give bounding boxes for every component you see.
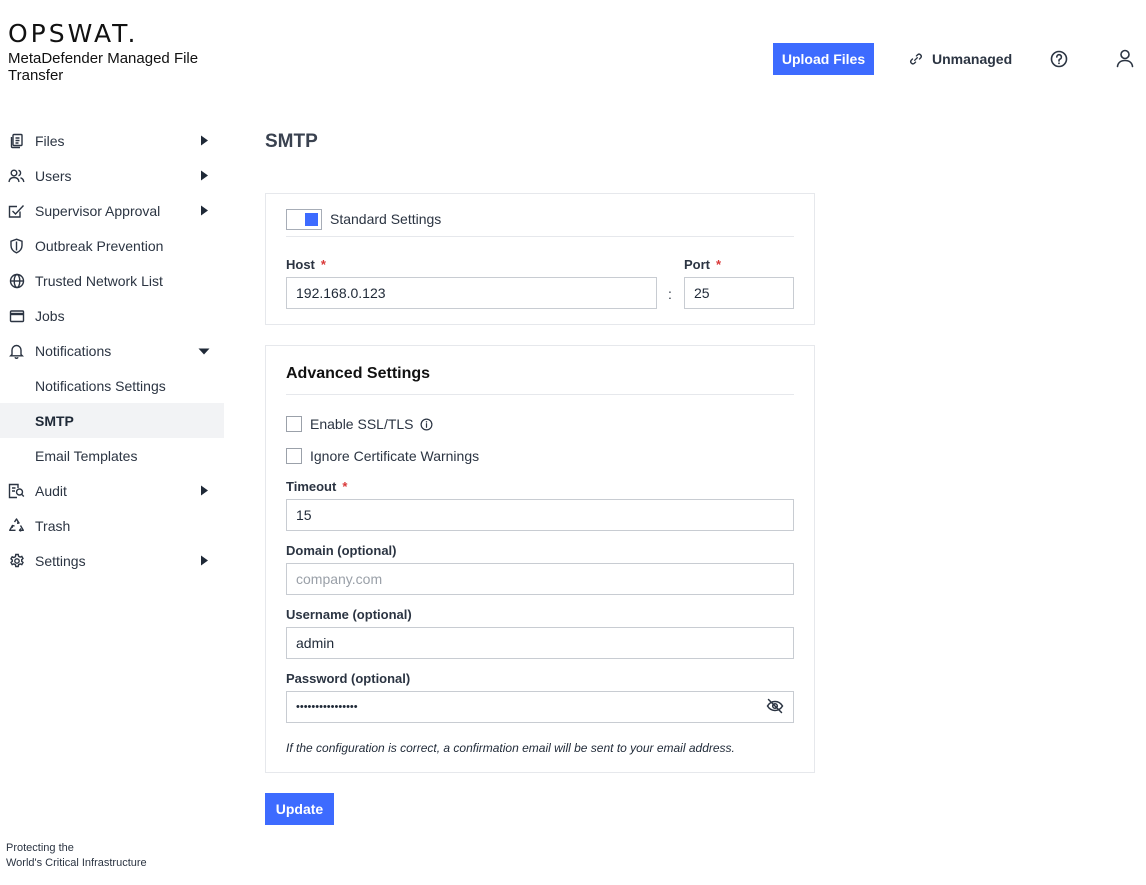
sidebar-item-label: Jobs xyxy=(35,307,65,324)
advanced-settings-heading: Advanced Settings xyxy=(286,365,431,382)
brand: OPSWAT. MetaDefender Managed File Transf… xyxy=(8,19,208,85)
sidebar-item-label: Notifications Settings xyxy=(35,377,166,394)
update-button[interactable]: Update xyxy=(265,793,334,825)
port-label: Port * xyxy=(684,257,722,272)
toggle-knob xyxy=(305,213,318,226)
username-input[interactable] xyxy=(286,627,794,659)
standard-settings-card: Standard Settings Host* : Port* xyxy=(265,193,815,325)
enable-ssl-label: Enable SSL/TLS xyxy=(310,416,414,432)
standard-settings-toggle[interactable] xyxy=(286,209,322,230)
sidebar-item-label: Audit xyxy=(35,482,67,499)
user-icon[interactable] xyxy=(1114,47,1136,69)
ignore-cert-label: Ignore Certificate Warnings xyxy=(310,448,480,464)
domain-label: Domain (optional) xyxy=(286,543,397,558)
gear-icon xyxy=(8,552,25,569)
sidebar-item-label: Files xyxy=(35,132,65,149)
sidebar-item-label: SMTP xyxy=(35,412,74,429)
jobs-icon xyxy=(8,307,25,324)
sidebar-item-supervisor-approval[interactable]: Supervisor Approval xyxy=(0,193,224,228)
host-label: Host * xyxy=(286,257,326,272)
domain-input[interactable] xyxy=(286,563,794,595)
port-input[interactable] xyxy=(684,277,794,309)
unmanaged-label: Unmanaged xyxy=(932,51,1013,67)
upload-files-button[interactable]: Upload Files xyxy=(773,43,874,75)
sidebar-item-email-templates[interactable]: Email Templates xyxy=(0,438,224,473)
caret-down-icon xyxy=(198,348,210,355)
enable-ssl-checkbox-row[interactable]: Enable SSL/TLS xyxy=(286,416,433,432)
sidebar-item-label: Notifications xyxy=(35,342,112,359)
sidebar-item-label: Trash xyxy=(35,517,71,534)
sidebar-item-trash[interactable]: Trash xyxy=(0,508,224,543)
sidebar-item-users[interactable]: Users xyxy=(0,158,224,193)
caret-right-icon xyxy=(201,135,208,146)
divider xyxy=(286,394,794,395)
ignore-cert-checkbox-row[interactable]: Ignore Certificate Warnings xyxy=(286,448,479,464)
product-name: MetaDefender Managed File Transfer xyxy=(8,50,199,84)
sidebar-item-label: Outbreak Prevention xyxy=(35,237,164,254)
caret-right-icon xyxy=(201,485,208,496)
unmanaged-link[interactable]: Unmanaged xyxy=(909,48,1012,70)
host-port-separator: : xyxy=(668,286,672,302)
sidebar-item-label: Users xyxy=(35,167,72,184)
tagline: Protecting the World's Critical Infrastr… xyxy=(6,841,147,871)
confirmation-hint: If the configuration is correct, a confi… xyxy=(286,741,735,755)
caret-right-icon xyxy=(201,205,208,216)
page-title: SMTP xyxy=(265,131,318,152)
sidebar-item-settings[interactable]: Settings xyxy=(0,543,224,578)
sidebar-item-outbreak-prevention[interactable]: Outbreak Prevention xyxy=(0,228,224,263)
timeout-label: Timeout * xyxy=(286,479,348,494)
sidebar-item-label: Settings xyxy=(35,552,86,569)
users-icon xyxy=(8,167,25,184)
password-input[interactable] xyxy=(286,691,794,723)
tagline-line1: Protecting the xyxy=(6,842,74,854)
opswat-logo: OPSWAT. xyxy=(8,19,139,48)
host-input[interactable] xyxy=(286,277,657,309)
sidebar-item-jobs[interactable]: Jobs xyxy=(0,298,224,333)
sidebar-item-trusted-network-list[interactable]: Trusted Network List xyxy=(0,263,224,298)
sidebar-item-audit[interactable]: Audit xyxy=(0,473,224,508)
ignore-cert-checkbox[interactable] xyxy=(286,448,302,464)
tagline-line2: World's Critical Infrastructure xyxy=(6,857,147,869)
shield-icon xyxy=(8,237,25,254)
approval-icon xyxy=(8,202,25,219)
sidebar-item-files[interactable]: Files xyxy=(0,123,224,158)
audit-icon xyxy=(8,482,25,499)
sidebar: Files Users Supervisor Approval Outbreak… xyxy=(0,123,224,578)
files-icon xyxy=(8,132,25,149)
standard-settings-label: Standard Settings xyxy=(330,211,442,227)
password-label: Password (optional) xyxy=(286,671,411,686)
timeout-input[interactable] xyxy=(286,499,794,531)
enable-ssl-checkbox[interactable] xyxy=(286,416,302,432)
bell-icon xyxy=(8,342,25,359)
divider xyxy=(286,236,794,237)
sidebar-item-label: Supervisor Approval xyxy=(35,202,161,219)
globe-icon xyxy=(8,272,25,289)
eye-off-icon[interactable] xyxy=(766,698,784,714)
username-label: Username (optional) xyxy=(286,607,412,622)
sidebar-item-notifications-settings[interactable]: Notifications Settings xyxy=(0,368,224,403)
help-icon[interactable] xyxy=(1049,49,1069,69)
sidebar-item-label: Email Templates xyxy=(35,447,138,464)
advanced-settings-card: Advanced Settings Enable SSL/TLS Ignore … xyxy=(265,345,815,773)
sidebar-item-notifications[interactable]: Notifications xyxy=(0,333,224,368)
caret-right-icon xyxy=(201,555,208,566)
recycle-icon xyxy=(8,517,25,534)
info-icon[interactable] xyxy=(420,418,433,431)
caret-right-icon xyxy=(201,170,208,181)
link-icon xyxy=(910,53,922,65)
sidebar-item-label: Trusted Network List xyxy=(35,272,163,289)
sidebar-item-smtp[interactable]: SMTP xyxy=(0,403,224,438)
